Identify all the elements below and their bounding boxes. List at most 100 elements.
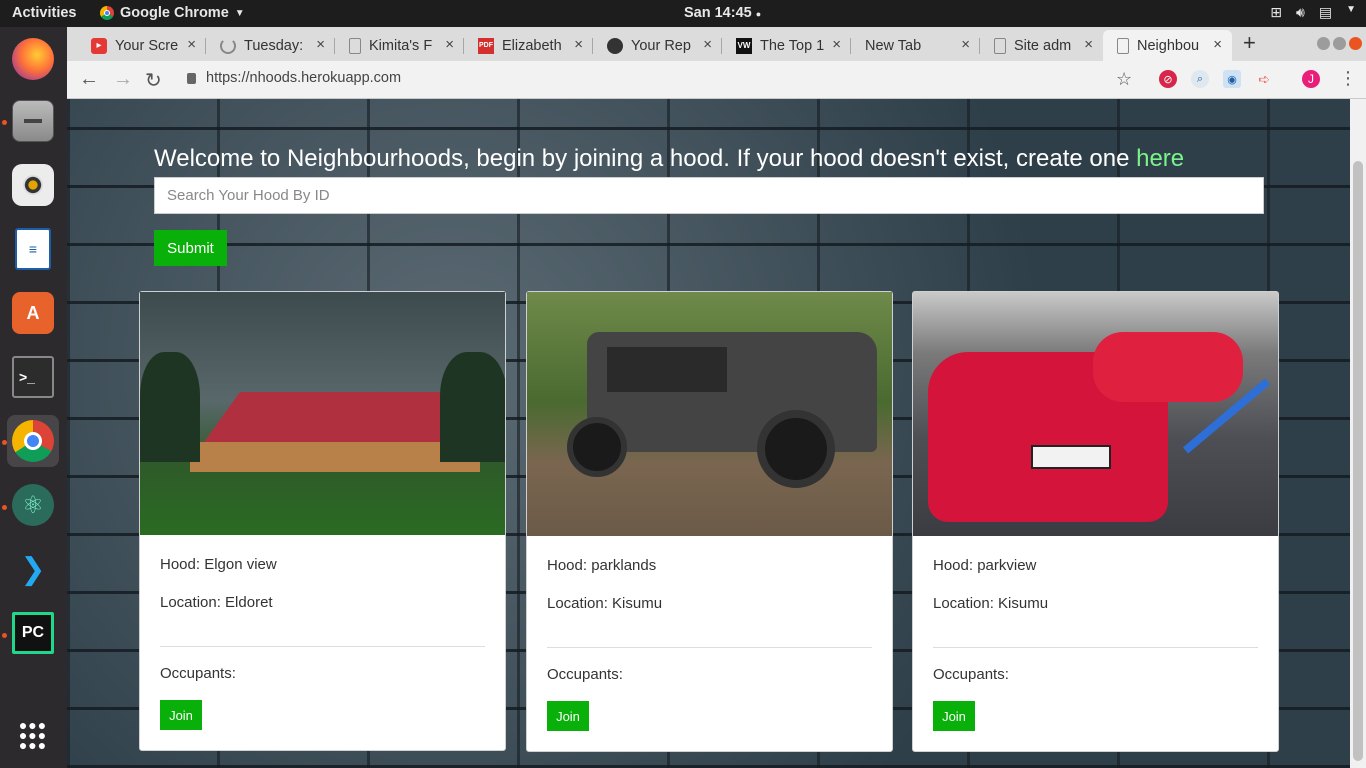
- vw-icon: VW: [736, 37, 752, 54]
- tab-label: The Top 1: [760, 37, 825, 54]
- welcome-text: Welcome to Neighbourhoods, begin by join…: [154, 145, 1137, 172]
- join-button[interactable]: Join: [160, 700, 202, 730]
- software-launcher[interactable]: A: [7, 287, 59, 339]
- address-bar[interactable]: https://nhoods.herokuapp.com: [187, 70, 401, 86]
- hood-location: Location: Eldoret: [160, 594, 273, 611]
- page-icon: [994, 37, 1006, 54]
- browser-tab[interactable]: VW The Top 1 ×: [722, 30, 851, 61]
- hood-location: Location: Kisumu: [547, 595, 663, 612]
- divider: [933, 647, 1258, 648]
- back-button[interactable]: ←: [79, 68, 99, 91]
- join-button[interactable]: Join: [933, 701, 975, 731]
- close-tab-icon[interactable]: ×: [187, 36, 196, 53]
- close-tab-icon[interactable]: ×: [1213, 36, 1222, 53]
- close-tab-icon[interactable]: ×: [703, 36, 712, 53]
- minimize-button[interactable]: [1317, 37, 1330, 50]
- browser-tab[interactable]: Your Rep ×: [593, 30, 722, 61]
- bookmark-star-icon[interactable]: ☆: [1116, 69, 1132, 90]
- screenshot-extension-icon[interactable]: ◉: [1223, 70, 1241, 88]
- pycharm-launcher[interactable]: PC: [7, 607, 59, 659]
- page-icon: [349, 37, 361, 54]
- close-tab-icon[interactable]: ×: [1084, 36, 1093, 53]
- loading-icon: [220, 37, 236, 54]
- close-window-button[interactable]: [1349, 37, 1362, 50]
- hood-image: [913, 292, 1278, 536]
- occupants-label: Occupants:: [933, 666, 1009, 683]
- system-tray[interactable]: ⊞ 🔊︎ ▤ ▼: [1270, 4, 1356, 21]
- extension-icon[interactable]: ⊘: [1159, 70, 1177, 88]
- browser-tab[interactable]: Tuesday: ×: [206, 30, 335, 61]
- hood-name: Hood: parklands: [547, 557, 657, 574]
- zoom-extension-icon[interactable]: ⌕: [1191, 70, 1209, 88]
- pdf-icon: PDF: [478, 37, 494, 54]
- volume-icon[interactable]: 🔊︎: [1296, 4, 1305, 21]
- browser-tab[interactable]: Site adm ×: [980, 30, 1103, 61]
- chevron-down-icon[interactable]: ▼: [1346, 4, 1356, 21]
- dock: ≡ A >_ ⚛ ❯ PC ●●● ●●● ●●●: [0, 27, 67, 768]
- hood-name: Hood: Elgon view: [160, 556, 277, 573]
- welcome-heading: Welcome to Neighbourhoods, begin by join…: [154, 145, 1184, 173]
- close-tab-icon[interactable]: ×: [961, 36, 970, 53]
- pycharm-icon: PC: [12, 612, 54, 654]
- close-tab-icon[interactable]: ×: [574, 36, 583, 53]
- clipboard-icon[interactable]: ▤: [1319, 4, 1332, 21]
- menu-kebab-icon[interactable]: ⋮: [1339, 68, 1357, 89]
- tab-label: Your Scre: [115, 37, 179, 54]
- close-tab-icon[interactable]: ×: [316, 36, 325, 53]
- chrome-icon: [12, 420, 54, 462]
- activities-button[interactable]: Activities: [12, 5, 76, 21]
- tab-label: Kimita's F: [369, 37, 433, 54]
- app-menu[interactable]: Google Chrome ▼: [100, 5, 245, 21]
- browser-tab[interactable]: Neighbou ×: [1103, 30, 1232, 61]
- chevron-down-icon: ▼: [234, 7, 245, 19]
- browser-tab[interactable]: PDF Elizabeth ×: [464, 30, 593, 61]
- rhythmbox-launcher[interactable]: [7, 159, 59, 211]
- tab-label: Neighbou: [1137, 37, 1200, 54]
- reload-button[interactable]: ↻: [145, 68, 162, 93]
- page-scrollbar[interactable]: [1350, 99, 1366, 768]
- occupants-label: Occupants:: [160, 665, 236, 682]
- firefox-launcher[interactable]: [7, 33, 59, 85]
- clock[interactable]: San 14:45 ●: [684, 5, 761, 21]
- shopping-bag-icon: A: [12, 292, 54, 334]
- hood-card: Hood: Elgon view Location: Eldoret Occup…: [139, 291, 506, 751]
- url-text: https://nhoods.herokuapp.com: [206, 70, 402, 86]
- atom-launcher[interactable]: ⚛: [7, 479, 59, 531]
- divider: [547, 647, 872, 648]
- search-hood-input[interactable]: [154, 177, 1264, 214]
- vscode-launcher[interactable]: ❯: [7, 543, 59, 595]
- share-extension-icon[interactable]: ➪: [1255, 70, 1273, 88]
- browser-tab[interactable]: New Tab ×: [851, 30, 980, 61]
- browser-tab[interactable]: ▸ Your Scre ×: [77, 30, 206, 61]
- files-launcher[interactable]: [7, 95, 59, 147]
- close-tab-icon[interactable]: ×: [445, 36, 454, 53]
- tab-label: Tuesday:: [244, 37, 304, 54]
- github-icon: [607, 37, 623, 54]
- profile-avatar[interactable]: J: [1302, 70, 1320, 88]
- document-icon: ≡: [15, 228, 51, 270]
- terminal-launcher[interactable]: >_: [7, 351, 59, 403]
- writer-launcher[interactable]: ≡: [7, 223, 59, 275]
- page-viewport: Welcome to Neighbourhoods, begin by join…: [67, 99, 1350, 768]
- new-tab-button[interactable]: +: [1243, 30, 1256, 56]
- browser-tab[interactable]: Kimita's F ×: [335, 30, 464, 61]
- tab-label: Site adm: [1014, 37, 1072, 54]
- chrome-icon: [100, 6, 114, 20]
- tab-label: Elizabeth: [502, 37, 562, 54]
- speaker-icon: [12, 164, 54, 206]
- show-applications-button[interactable]: ●●● ●●● ●●●: [7, 709, 59, 761]
- tab-strip: ▸ Your Scre × Tuesday: × Kimita's F × PDF Elizab…: [67, 27, 1366, 61]
- scrollbar-thumb[interactable]: [1353, 161, 1363, 761]
- notification-dot-icon: ●: [755, 9, 762, 19]
- files-icon: [12, 100, 54, 142]
- network-icon[interactable]: ⊞: [1270, 4, 1282, 21]
- maximize-button[interactable]: [1333, 37, 1346, 50]
- hood-card: Hood: parklands Location: Kisumu Occupan…: [526, 291, 893, 752]
- join-button[interactable]: Join: [547, 701, 589, 731]
- forward-button[interactable]: →: [113, 68, 133, 91]
- create-hood-link[interactable]: here: [1136, 145, 1184, 172]
- chrome-launcher[interactable]: [7, 415, 59, 467]
- submit-button[interactable]: Submit: [154, 230, 227, 266]
- occupants-label: Occupants:: [547, 666, 623, 683]
- close-tab-icon[interactable]: ×: [832, 36, 841, 53]
